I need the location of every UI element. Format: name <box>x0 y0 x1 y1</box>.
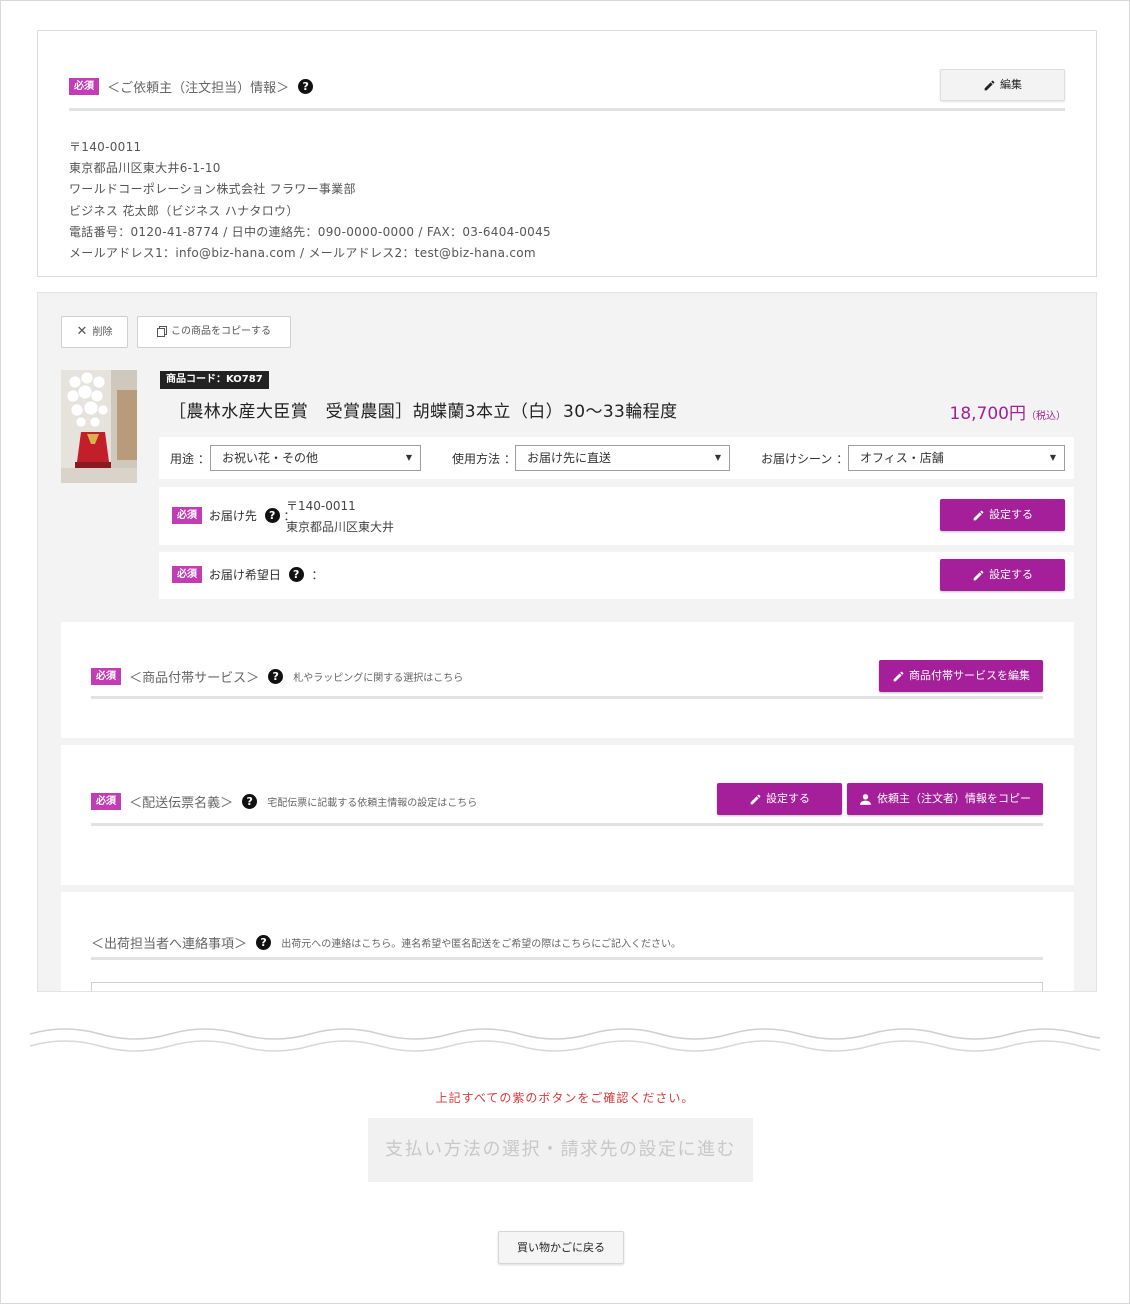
slip-set-button[interactable]: 設定する <box>717 783 842 815</box>
product-panel: ✕ 削除 この商品をコピーする 商品コード：KO787 ［農林水産大臣賞 受賞農園… <box>37 292 1097 992</box>
product-image <box>61 370 137 483</box>
options-row: 用途 ： お祝い花・その他 ▼ 使用方法 ： お届け先に直送 ▼ お届けシーン … <box>159 437 1074 479</box>
contact-title: ＜出荷担当者へ連絡事項＞ <box>91 937 248 952</box>
scene-label: お届けシーン ： <box>761 452 849 466</box>
date-set-label: 設定する <box>989 568 1033 581</box>
product-price: 18,700円（税込） <box>950 399 1066 424</box>
help-icon[interactable]: ? <box>264 508 280 523</box>
required-badge: 必須 <box>69 78 99 95</box>
product-name: ［農林水産大臣賞 受賞農園］胡蝶蘭3本立（白）30～33輪程度 <box>169 402 678 422</box>
requester-edit-button[interactable]: 編集 <box>940 69 1065 101</box>
pencil-icon <box>984 80 995 90</box>
contact-header: ＜出荷担当者へ連絡事項＞ ? 出荷元への連絡はこちら。連名希望や匿名配送をご希望… <box>91 930 1043 960</box>
pencil-icon <box>973 510 984 520</box>
method-select[interactable]: お届け先に直送 ▼ <box>515 445 730 471</box>
scene-select[interactable]: オフィス・店舗 ▼ <box>848 445 1065 471</box>
requester-line: メールアドレス1：info@biz-hana.com / メールアドレス2：te… <box>69 246 536 261</box>
help-icon[interactable]: ? <box>268 669 284 684</box>
proceed-button[interactable]: 支払い方法の選択・請求先の設定に進む <box>368 1118 753 1182</box>
slip-hint: 宅配伝票に記載する依頼主情報の設定はこちら <box>267 798 478 809</box>
slip-title: ＜配送伝票名義＞ <box>129 796 234 811</box>
copy-icon <box>157 325 167 337</box>
delivery-address: 〒140-0011 東京都品川区東大井 <box>286 496 394 538</box>
delivery-row: 必須 お届け先 ? ： 〒140-0011 東京都品川区東大井 設定する <box>159 487 1074 545</box>
price-value: 18,700円 <box>949 404 1026 424</box>
delivery-postal: 〒140-0011 <box>286 499 356 513</box>
caret-down-icon: ▼ <box>714 453 721 462</box>
product-code: 商品コード：KO787 <box>160 371 269 389</box>
delivery-set-label: 設定する <box>989 508 1033 521</box>
scene-value: オフィス・店舗 <box>860 451 944 465</box>
delivery-set-button[interactable]: 設定する <box>940 499 1065 531</box>
usage-value: お祝い花・その他 <box>222 451 319 465</box>
method-value: お届け先に直送 <box>527 451 612 465</box>
copy-requester-label: 依頼主（注文者）情報をコピー <box>877 792 1031 805</box>
services-edit-button[interactable]: 商品付帯サービスを編集 <box>879 660 1043 692</box>
date-row: 必須 お届け希望日 ? ： 設定する <box>159 552 1074 599</box>
required-badge: 必須 <box>91 668 121 685</box>
price-tax: （税込） <box>1026 411 1066 422</box>
slip-set-label: 設定する <box>766 792 810 805</box>
contact-hint: 出荷元への連絡はこちら。連名希望や匿名配送をご希望の際はこちらにご記入ください。 <box>281 939 682 950</box>
contact-textarea[interactable] <box>91 982 1043 991</box>
help-icon[interactable]: ? <box>256 935 272 950</box>
requester-edit-label: 編集 <box>1000 78 1022 91</box>
method-label: 使用方法 ： <box>452 452 516 466</box>
caret-down-icon: ▼ <box>405 453 412 462</box>
delete-label: 削除 <box>92 327 113 338</box>
pencil-icon <box>750 794 761 804</box>
required-badge: 必須 <box>91 793 121 810</box>
delivery-label-group: 必須 お届け先 ? ： <box>172 507 296 524</box>
copy-requester-button[interactable]: 依頼主（注文者）情報をコピー <box>847 783 1043 815</box>
user-icon <box>860 793 871 805</box>
slip-card: 必須 ＜配送伝票名義＞ ? 宅配伝票に記載する依頼主情報の設定はこちら 設定する… <box>61 745 1074 885</box>
requester-header: 必須 ＜ご依頼主（注文担当）情報＞ ? 編集 <box>69 69 1065 111</box>
copy-product-button[interactable]: この商品をコピーする <box>137 316 291 348</box>
close-icon: ✕ <box>76 324 88 339</box>
requester-line: ビジネス 花太郎（ビジネス ハナタロウ） <box>69 203 299 218</box>
help-icon[interactable]: ? <box>242 794 258 809</box>
contact-card: ＜出荷担当者へ連絡事項＞ ? 出荷元への連絡はこちら。連名希望や匿名配送をご希望… <box>61 892 1074 991</box>
usage-label: 用途 ： <box>170 452 210 466</box>
services-edit-label: 商品付帯サービスを編集 <box>909 669 1030 682</box>
caret-down-icon: ▼ <box>1049 453 1056 462</box>
requester-line: 電話番号：0120-41-8774 / 日中の連絡先：090-0000-0000… <box>69 224 551 239</box>
requester-line: 東京都品川区東大井6-1-10 <box>69 161 221 176</box>
services-hint: 札やラッピングに関する選択はこちら <box>293 673 464 684</box>
services-title: ＜商品付帯サービス＞ <box>129 671 260 686</box>
delete-button[interactable]: ✕ 削除 <box>61 316 128 348</box>
slip-header: 必須 ＜配送伝票名義＞ ? 宅配伝票に記載する依頼主情報の設定はこちら 設定する… <box>91 783 1043 826</box>
required-badge: 必須 <box>172 566 202 583</box>
confirm-notice: 上記すべての紫のボタンをご確認ください。 <box>435 1091 695 1105</box>
help-icon[interactable]: ? <box>288 567 304 582</box>
copy-product-label: この商品をコピーする <box>171 326 271 337</box>
requester-line: ワールドコーポレーション株式会社 フラワー事業部 <box>69 182 356 197</box>
pencil-icon <box>973 570 984 580</box>
requester-card: 必須 ＜ご依頼主（注文担当）情報＞ ? 編集 〒140-0011 東京都品川区東… <box>37 30 1097 277</box>
date-label-group: 必須 お届け希望日 ? ： <box>172 566 324 583</box>
requester-address: 〒140-0011 東京都品川区東大井6-1-10 ワールドコーポレーション株式… <box>69 137 551 264</box>
usage-select[interactable]: お祝い花・その他 ▼ <box>210 445 421 471</box>
help-icon[interactable]: ? <box>298 79 314 94</box>
services-header: 必須 ＜商品付帯サービス＞ ? 札やラッピングに関する選択はこちら 商品付帯サー… <box>91 660 1043 699</box>
requester-line: 〒140-0011 <box>69 140 142 154</box>
services-card: 必須 ＜商品付帯サービス＞ ? 札やラッピングに関する選択はこちら 商品付帯サー… <box>61 622 1074 738</box>
delivery-street: 東京都品川区東大井 <box>286 520 395 534</box>
wave-divider <box>30 1028 1100 1052</box>
delivery-label: お届け先 <box>208 509 257 523</box>
requester-title: ＜ご依頼主（注文担当）情報＞ <box>107 81 290 96</box>
pencil-icon <box>893 671 904 681</box>
date-label: お届け希望日 <box>208 568 281 582</box>
back-to-cart-button[interactable]: 買い物かごに戻る <box>498 1231 624 1264</box>
date-set-button[interactable]: 設定する <box>940 559 1065 591</box>
date-colon: ： <box>311 568 324 582</box>
required-badge: 必須 <box>172 507 202 524</box>
